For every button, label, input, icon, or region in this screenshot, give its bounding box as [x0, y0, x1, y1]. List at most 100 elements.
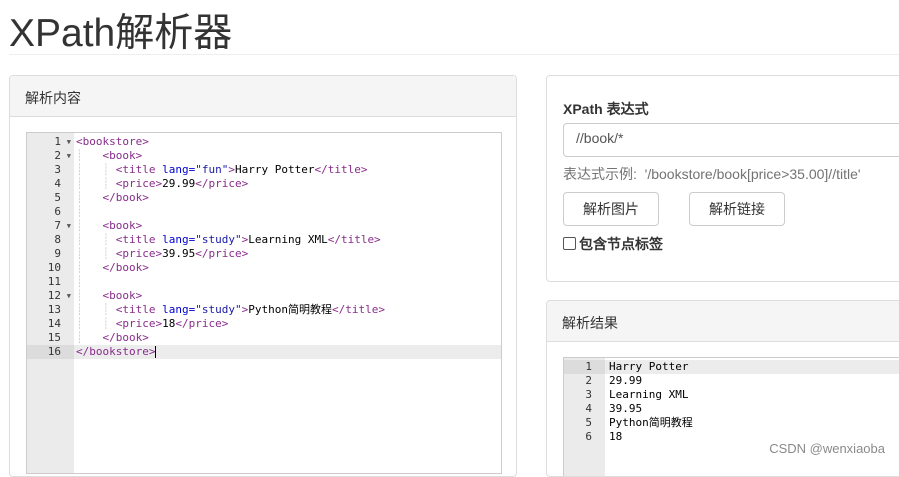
- include-tags-checkbox[interactable]: [563, 237, 576, 250]
- line-number-cell[interactable]: 7 ▼: [27, 219, 74, 233]
- line-number-cell: 14: [27, 317, 74, 331]
- content-panel-heading: 解析内容: [10, 76, 516, 117]
- xml-tag: <title: [115, 303, 163, 316]
- code-line: 15 ┊ </book>: [27, 331, 501, 345]
- code-line: 2 ▼ ┊ <book>: [27, 149, 501, 163]
- line-number-cell: 5: [27, 191, 74, 205]
- line-number-cell: 9: [27, 247, 74, 261]
- line-number-cell[interactable]: 12 ▼: [27, 289, 74, 303]
- line-number: 11: [47, 275, 61, 288]
- xml-text: 39.95: [162, 247, 196, 260]
- line-number-cell: 15: [27, 331, 74, 345]
- xml-editor[interactable]: 1 ▼ <bookstore> 2 ▼ ┊ <book> 3 ┊ ┊ <title lan…: [26, 132, 502, 474]
- code-line: 1 ▼ <bookstore>: [27, 135, 501, 149]
- example-value: '/bookstore/book[price>35.00]//title': [644, 166, 861, 182]
- xml-text: Python简明教程: [248, 303, 332, 316]
- xml-attr: lang=: [162, 163, 196, 176]
- xpath-input[interactable]: //book/*: [563, 123, 899, 157]
- code-line: 3 ┊ ┊ <title lang="fun">Harry Potter</tit…: [27, 163, 501, 177]
- line-number: 10: [47, 261, 61, 274]
- xml-tag: </book>: [102, 261, 149, 274]
- result-line: 3 Learning XML: [564, 388, 899, 402]
- xml-attr: lang=: [162, 303, 196, 316]
- xml-tag: </book>: [102, 331, 149, 344]
- code-line: 12 ▼ ┊ <book>: [27, 289, 501, 303]
- code-line: 9 ┊ ┊ <price>39.95</price>: [27, 247, 501, 261]
- result-text: 39.95: [609, 402, 643, 415]
- line-number-cell: 10: [27, 261, 74, 275]
- xml-attr-value: "study": [195, 303, 242, 316]
- text-cursor: [155, 346, 157, 358]
- line-number: 9: [54, 247, 61, 260]
- xml-tag: <book>: [102, 149, 143, 162]
- xml-tag: <book>: [102, 219, 143, 232]
- code-line: 11 ┊: [27, 275, 501, 289]
- code-line: 6 ┊: [27, 205, 501, 219]
- include-tags-option[interactable]: 包含节点标签: [563, 234, 663, 254]
- line-number-cell: 4: [27, 177, 74, 191]
- xml-tag: </book>: [102, 191, 149, 204]
- result-text: Python简明教程: [609, 416, 693, 429]
- xml-text: 18: [162, 317, 176, 330]
- result-text: 18: [609, 430, 623, 443]
- parse-image-button[interactable]: 解析图片: [563, 192, 659, 226]
- code-line: 13 ┊ ┊ <title lang="study">Python简明教程</ti…: [27, 303, 501, 317]
- fold-toggle-icon[interactable]: ▼: [67, 149, 71, 163]
- xml-tag: </title>: [331, 303, 385, 316]
- line-number: 6: [585, 430, 592, 443]
- watermark: CSDN @wenxiaoba: [769, 441, 885, 456]
- line-number-cell: 6: [27, 205, 74, 219]
- line-number: 15: [47, 331, 61, 344]
- result-editor[interactable]: 1 Harry Potter 2 29.99 3 Learning XML 4 39.9…: [563, 357, 899, 476]
- line-number: 3: [54, 163, 61, 176]
- line-number-cell: 3: [27, 163, 74, 177]
- line-number: 1: [585, 360, 592, 373]
- xml-tag: <bookstore>: [76, 135, 149, 148]
- line-number: 4: [54, 177, 61, 190]
- parse-link-button[interactable]: 解析链接: [689, 192, 785, 226]
- xml-tag: <book>: [102, 289, 143, 302]
- result-text: Learning XML: [609, 388, 689, 401]
- xml-attr-value: "study": [195, 233, 242, 246]
- line-number: 5: [54, 191, 61, 204]
- xml-tag: <price>: [115, 177, 163, 190]
- title-divider: [9, 54, 899, 55]
- xml-tag: </title>: [327, 233, 381, 246]
- expression-example: 表达式示例: '/bookstore/book[price>35.00]//ti…: [563, 164, 861, 184]
- line-number: 16: [47, 345, 61, 358]
- line-number-cell: 11: [27, 275, 74, 289]
- result-line: 2 29.99: [564, 374, 899, 388]
- xml-tag: </price>: [195, 177, 249, 190]
- content-panel: 解析内容 1 ▼ <bookstore> 2 ▼ ┊ <book> 3 ┊ ┊ <titl…: [9, 75, 517, 477]
- line-number-cell: 13: [27, 303, 74, 317]
- xpath-label: XPath 表达式: [563, 101, 649, 117]
- line-number: 13: [47, 303, 61, 316]
- fold-toggle-icon[interactable]: ▼: [67, 135, 71, 149]
- xml-attr: lang=: [162, 233, 196, 246]
- line-number-cell[interactable]: 2 ▼: [27, 149, 74, 163]
- line-number-cell: 16: [27, 345, 74, 359]
- line-number: 2: [54, 149, 61, 162]
- line-number: 7: [54, 219, 61, 232]
- include-tags-label: 包含节点标签: [579, 236, 663, 252]
- line-number-cell[interactable]: 1 ▼: [27, 135, 74, 149]
- line-number: 1: [54, 135, 61, 148]
- result-panel-heading: 解析结果: [547, 301, 899, 342]
- fold-toggle-icon[interactable]: ▼: [67, 219, 71, 233]
- line-number: 5: [585, 416, 592, 429]
- xml-tag: </price>: [175, 317, 229, 330]
- code-line: 7 ▼ ┊ <book>: [27, 219, 501, 233]
- xml-tag: </price>: [195, 247, 249, 260]
- xml-tag: <title: [115, 163, 163, 176]
- line-number: 12: [47, 289, 61, 302]
- line-number: 6: [54, 205, 61, 218]
- result-text: 29.99: [609, 374, 643, 387]
- fold-toggle-icon[interactable]: ▼: [67, 289, 71, 303]
- result-line: 4 39.95: [564, 402, 899, 416]
- code-line: 5 ┊ </book>: [27, 191, 501, 205]
- code-line: 10 ┊ </book>: [27, 261, 501, 275]
- line-number: 4: [585, 402, 592, 415]
- example-label: 表达式示例:: [563, 166, 637, 182]
- code-line: 4 ┊ ┊ <price>29.99</price>: [27, 177, 501, 191]
- query-panel: XPath 表达式 //book/* 表达式示例: '/bookstore/bo…: [546, 75, 899, 282]
